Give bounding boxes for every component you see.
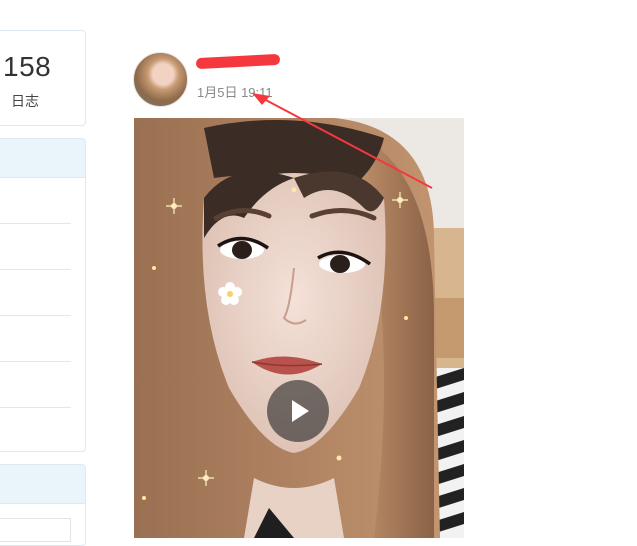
sidebar-panel-secondary — [0, 464, 86, 546]
sidebar-row[interactable] — [0, 362, 71, 408]
play-icon — [292, 400, 309, 422]
sidebar-panel-secondary-header — [0, 465, 85, 504]
sidebar-row[interactable] — [0, 224, 71, 270]
blog-count-label: 日志 — [11, 93, 39, 109]
blog-stat-card[interactable]: 158 日志 — [0, 30, 86, 126]
sidebar-panel-header — [0, 139, 85, 178]
sidebar-row[interactable] — [0, 178, 71, 224]
blog-count: 158 — [3, 51, 52, 82]
video-frame-image — [134, 118, 464, 538]
user-avatar[interactable] — [133, 52, 188, 107]
sidebar-row[interactable] — [0, 316, 71, 362]
post-timestamp[interactable]: 1月5日 19:11 — [197, 82, 273, 101]
video-thumbnail[interactable] — [134, 118, 464, 538]
sidebar-row[interactable] — [0, 408, 71, 451]
sidebar-input[interactable] — [0, 518, 71, 542]
sidebar-panel — [0, 138, 86, 452]
username-redaction — [195, 53, 281, 70]
sidebar-row[interactable] — [0, 270, 71, 316]
play-button[interactable] — [267, 380, 329, 442]
